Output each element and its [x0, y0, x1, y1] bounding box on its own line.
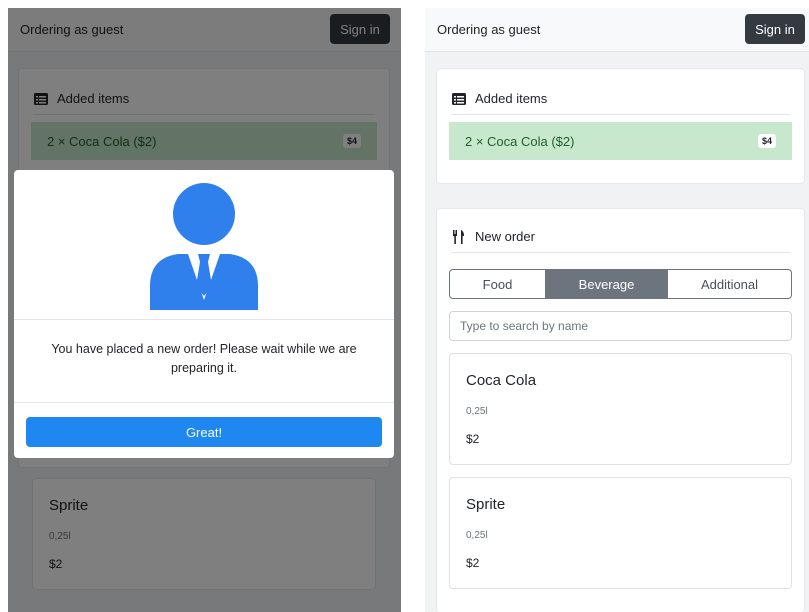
- modal-message: You have placed a new order! Please wait…: [51, 342, 357, 375]
- user-icon: [150, 183, 258, 310]
- utensils-icon: [451, 229, 467, 245]
- sign-in-button[interactable]: Sign in: [745, 14, 805, 44]
- tab-beverage[interactable]: Beverage: [546, 270, 668, 298]
- product-price: $2: [466, 432, 480, 446]
- card-header: Added items: [451, 83, 790, 115]
- modal-header: [14, 170, 394, 320]
- nav-title: Ordering as guest: [437, 22, 541, 37]
- product-card[interactable]: Sprite 0,25l $2: [449, 477, 792, 589]
- price-badge: $4: [757, 134, 776, 148]
- phone-screen-right: Ordering as guest Sign in Added items 2 …: [425, 8, 809, 612]
- search-input[interactable]: Type to search by name: [449, 311, 792, 341]
- card-title: New order: [475, 229, 535, 244]
- product-volume: 0,25l: [466, 406, 488, 417]
- great-button[interactable]: Great!: [26, 417, 382, 447]
- modal-footer: Great!: [14, 402, 394, 458]
- navbar: Ordering as guest Sign in: [425, 8, 809, 52]
- product-volume: 0,25l: [466, 530, 488, 541]
- order-confirmation-modal: You have placed a new order! Please wait…: [14, 170, 394, 458]
- added-item-text: 2 × Coca Cola ($2): [465, 133, 575, 149]
- product-name: Coca Cola: [466, 372, 537, 389]
- tab-food[interactable]: Food: [450, 270, 546, 298]
- product-card[interactable]: Coca Cola 0,25l $2: [449, 353, 792, 465]
- tab-additional[interactable]: Additional: [668, 270, 791, 298]
- product-name: Sprite: [466, 496, 506, 513]
- card-title: Added items: [475, 91, 548, 106]
- product-price: $2: [466, 556, 480, 570]
- added-items-card: Added items 2 × Coca Cola ($2) $4: [436, 68, 805, 184]
- phone-screen-left: Ordering as guest Sign in Added items 2 …: [8, 8, 401, 612]
- new-order-card: New order Food Beverage Additional Type …: [436, 208, 805, 612]
- list-icon: [451, 91, 467, 107]
- card-header: New order: [451, 221, 790, 253]
- category-tabs: Food Beverage Additional: [449, 269, 792, 299]
- added-item-row: 2 × Coca Cola ($2) $4: [449, 122, 792, 160]
